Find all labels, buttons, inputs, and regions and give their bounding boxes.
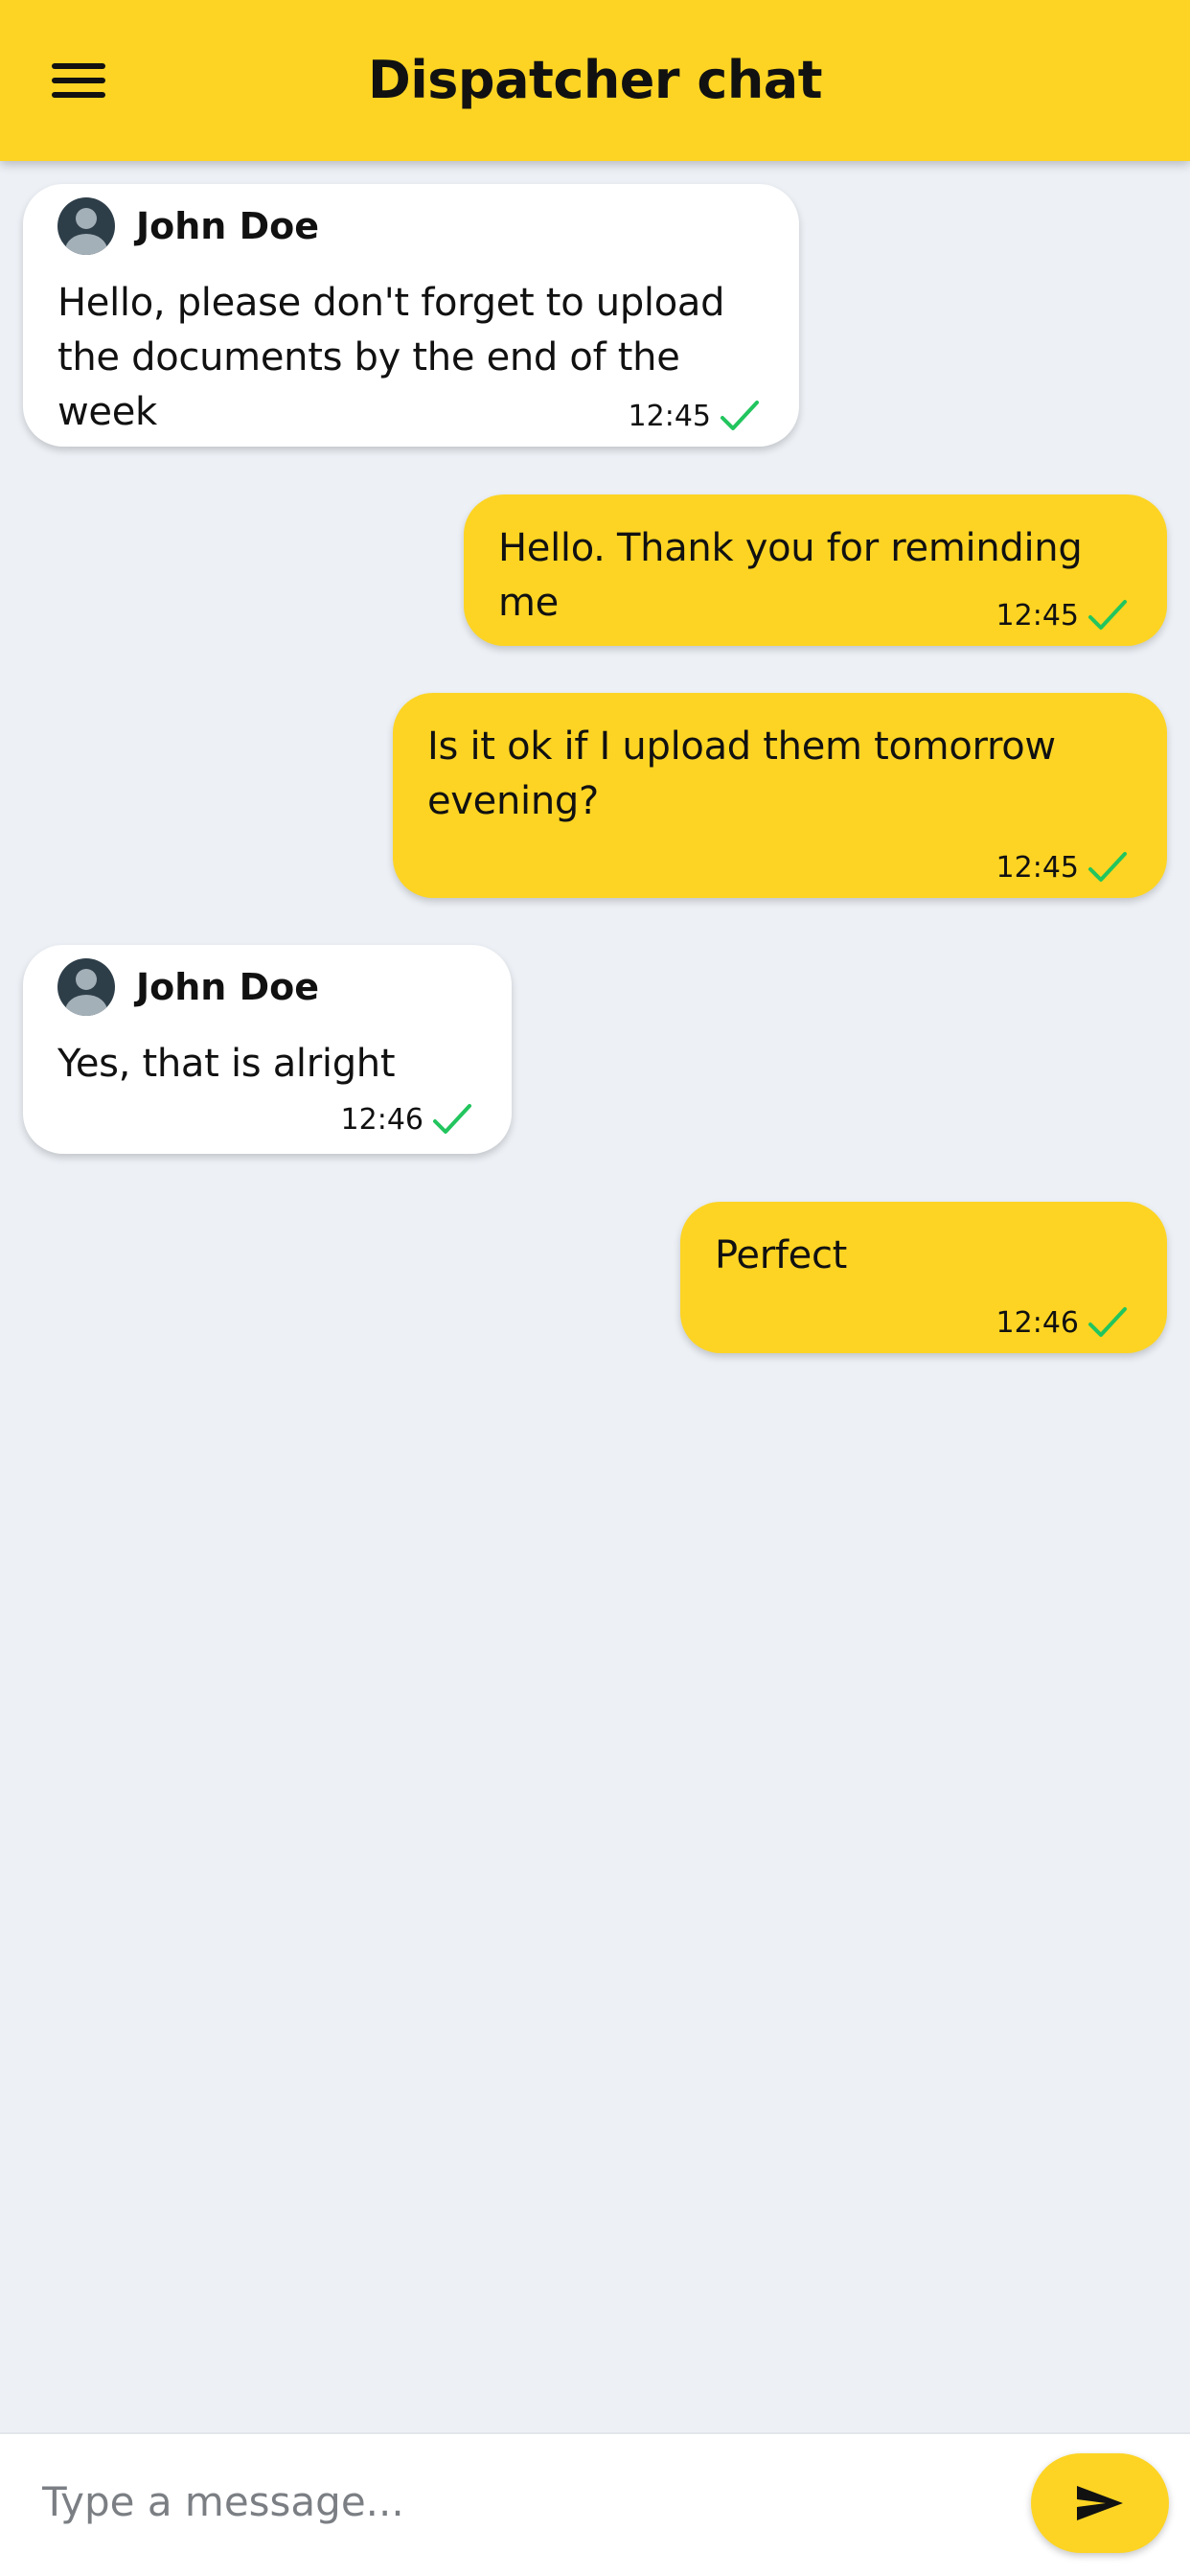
page-title: Dispatcher chat <box>367 50 823 110</box>
message-time: 12:46 <box>340 1102 423 1137</box>
message-time: 12:45 <box>995 598 1079 632</box>
avatar <box>57 197 115 255</box>
app-header: Dispatcher chat <box>0 0 1190 161</box>
message-bubble-outgoing[interactable]: Perfect 12:46 <box>680 1202 1167 1353</box>
send-button[interactable] <box>1031 2453 1169 2553</box>
avatar <box>57 958 115 1016</box>
message-bubble-incoming[interactable]: John Doe Yes, that is alright 12:46 <box>23 945 512 1154</box>
message-bubble-outgoing[interactable]: Hello. Thank you for reminding me 12:45 <box>464 494 1167 646</box>
message-bubble-outgoing[interactable]: Is it ok if I upload them tomorrow eveni… <box>393 693 1167 898</box>
check-icon <box>721 401 759 430</box>
message-list[interactable]: John Doe Hello, please don't forget to u… <box>0 161 1190 2432</box>
sender-name: John Doe <box>136 205 320 247</box>
message-time: 12:45 <box>995 850 1079 885</box>
message-text: Is it ok if I upload them tomorrow eveni… <box>427 724 1056 823</box>
message-text: Yes, that is alright <box>57 1042 396 1086</box>
message-meta: 12:45 <box>629 395 761 437</box>
sender-name: John Doe <box>136 966 320 1008</box>
message-meta: 12:46 <box>341 1098 473 1140</box>
message-time: 12:45 <box>628 399 711 433</box>
message-meta: 12:46 <box>996 1301 1129 1344</box>
message-input[interactable] <box>19 2453 996 2549</box>
message-composer <box>0 2432 1190 2576</box>
message-bubble-incoming[interactable]: John Doe Hello, please don't forget to u… <box>23 184 799 447</box>
message-meta: 12:45 <box>996 594 1129 636</box>
message-time: 12:46 <box>995 1305 1079 1340</box>
message-text: Perfect <box>715 1233 848 1277</box>
message-sender: John Doe <box>57 196 319 257</box>
check-icon <box>433 1104 471 1134</box>
message-sender: John Doe <box>57 956 319 1018</box>
check-icon <box>1088 852 1127 882</box>
send-icon <box>1077 2486 1123 2520</box>
message-meta: 12:45 <box>996 846 1129 888</box>
check-icon <box>1088 600 1127 630</box>
check-icon <box>1088 1307 1127 1337</box>
